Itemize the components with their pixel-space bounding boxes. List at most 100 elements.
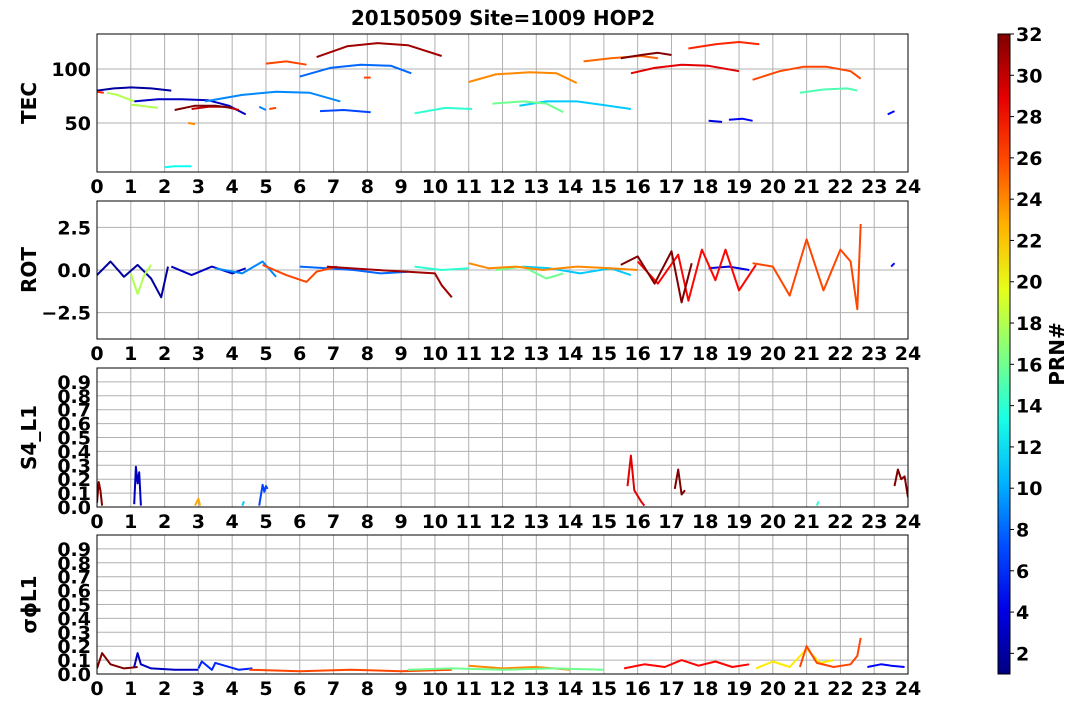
x-tick-label: 3: [192, 176, 205, 198]
x-tick-label: 13: [523, 678, 549, 700]
x-tick-label: 18: [692, 176, 718, 198]
colorbar-tick-label: 20: [1016, 272, 1042, 294]
colorbar-tick-label: 10: [1016, 478, 1042, 500]
x-tick-label: 2: [158, 343, 171, 365]
x-tick-label: 17: [658, 678, 684, 700]
x-tick-label: 0: [90, 176, 103, 198]
x-tick-label: 19: [726, 511, 752, 533]
y-tick-label: 0.0: [57, 260, 91, 282]
colorbar-tick-label: 8: [1016, 519, 1029, 541]
colorbar-tick-label: 26: [1016, 148, 1042, 170]
x-tick-label: 6: [293, 343, 306, 365]
colorbar-tick-label: 12: [1016, 437, 1042, 459]
x-tick-label: 0: [90, 511, 103, 533]
y-axis-label: σϕL1: [17, 575, 41, 633]
colorbar-tick-label: 14: [1016, 396, 1042, 418]
y-tick-label: 0.9: [57, 539, 91, 561]
prn-13-trace: [164, 165, 192, 169]
x-tick-label: 12: [489, 343, 515, 365]
x-tick-label: 1: [124, 343, 137, 365]
chart-title: 20150509 Site=1009 HOP2: [350, 6, 656, 30]
x-tick-label: 22: [827, 176, 853, 198]
x-tick-label: 9: [395, 343, 408, 365]
x-tick-label: 9: [395, 511, 408, 533]
x-tick-label: 2: [158, 511, 171, 533]
panel-1: 501000 1 2 3 4 5 6 7 8 9 10 11 12 13 14 15 16 17 18 19 20 21 2…: [17, 33, 921, 198]
x-tick-label: 1: [124, 511, 137, 533]
x-tick-label: 0: [90, 678, 103, 700]
colorbar-tick-label: 18: [1016, 313, 1042, 335]
x-tick-label: 23: [861, 343, 887, 365]
x-tick-label: 20: [760, 511, 786, 533]
colorbar-tick-label: 28: [1016, 107, 1042, 129]
x-tick-label: 20: [760, 678, 786, 700]
colorbar-tick-label: 6: [1016, 561, 1029, 583]
x-tick-label: 15: [591, 678, 617, 700]
x-tick-label: 10: [422, 511, 448, 533]
prn-4-trace: [708, 119, 723, 123]
x-tick-label: 16: [624, 176, 650, 198]
x-tick-label: 5: [259, 678, 272, 700]
x-tick-label: 2: [158, 176, 171, 198]
colorbar-tick-label: 16: [1016, 354, 1042, 376]
x-tick-label: 11: [455, 678, 481, 700]
x-tick-label: 10: [422, 176, 448, 198]
x-tick-label: 7: [327, 511, 340, 533]
x-tick-label: 20: [760, 176, 786, 198]
x-tick-label: 6: [293, 176, 306, 198]
x-tick-label: 23: [861, 176, 887, 198]
panel-2: −2.50.02.50 1 2 3 4 5 6 7 8 9 10 11 12 13 14 15 16 17 18 19…: [17, 200, 921, 365]
x-tick-label: 22: [827, 511, 853, 533]
colorbar-label: PRN#: [1045, 322, 1069, 386]
colorbar-tick-label: 2: [1016, 643, 1029, 665]
x-tick-label: 15: [591, 511, 617, 533]
x-tick-label: 6: [293, 678, 306, 700]
x-tick-label: 13: [523, 343, 549, 365]
x-tick-label: 8: [361, 343, 374, 365]
y-axis-label: S4_L1: [17, 405, 41, 470]
prn-26-trace: [269, 106, 277, 110]
y-tick-label: −2.5: [41, 303, 91, 325]
x-tick-label: 23: [861, 678, 887, 700]
x-tick-label: 21: [793, 343, 819, 365]
panel-3: 0.00.10.20.30.40.50.60.70.80.90 1 2 3 4 5 6 7 8 9…: [17, 367, 921, 533]
x-tick-label: 17: [658, 176, 684, 198]
colorbar-tick-label: 24: [1016, 189, 1042, 211]
x-tick-label: 18: [692, 511, 718, 533]
colorbar-bar: [997, 33, 1011, 675]
x-tick-label: 5: [259, 176, 272, 198]
x-tick-label: 12: [489, 511, 515, 533]
x-tick-label: 18: [692, 678, 718, 700]
x-tick-label: 21: [793, 678, 819, 700]
x-tick-label: 21: [793, 511, 819, 533]
x-tick-label: 23: [861, 511, 887, 533]
x-tick-label: 17: [658, 511, 684, 533]
x-tick-label: 24: [895, 678, 921, 700]
y-axis-label: ROT: [17, 247, 41, 293]
prn-24-trace: [188, 122, 196, 126]
x-tick-label: 24: [895, 343, 921, 365]
x-tick-label: 9: [395, 678, 408, 700]
y-tick-label: 2.5: [57, 217, 91, 239]
x-tick-label: 14: [557, 176, 583, 198]
colorbar-tick-label: 30: [1016, 65, 1042, 87]
x-tick-label: 6: [293, 511, 306, 533]
x-tick-label: 19: [726, 678, 752, 700]
x-tick-label: 11: [455, 343, 481, 365]
x-tick-label: 19: [726, 176, 752, 198]
chart-svg: 501000 1 2 3 4 5 6 7 8 9 10 11 12 13 14 15 16 17 18 19 20 21 2…: [17, 24, 1069, 700]
x-tick-label: 3: [192, 678, 205, 700]
panel-4: 0.00.10.20.30.40.50.60.70.80.90 1 2 3 4 5 6 7 8 9…: [17, 534, 921, 700]
x-tick-label: 8: [361, 511, 374, 533]
x-tick-label: 2: [158, 678, 171, 700]
x-tick-label: 5: [259, 511, 272, 533]
x-tick-label: 11: [455, 176, 481, 198]
x-tick-label: 16: [624, 678, 650, 700]
x-tick-label: 11: [455, 511, 481, 533]
x-tick-label: 10: [422, 678, 448, 700]
x-tick-label: 7: [327, 678, 340, 700]
x-tick-label: 10: [422, 343, 448, 365]
y-tick-label: 0.9: [57, 372, 91, 394]
x-tick-label: 24: [895, 511, 921, 533]
prn-27-trace: [97, 90, 104, 94]
